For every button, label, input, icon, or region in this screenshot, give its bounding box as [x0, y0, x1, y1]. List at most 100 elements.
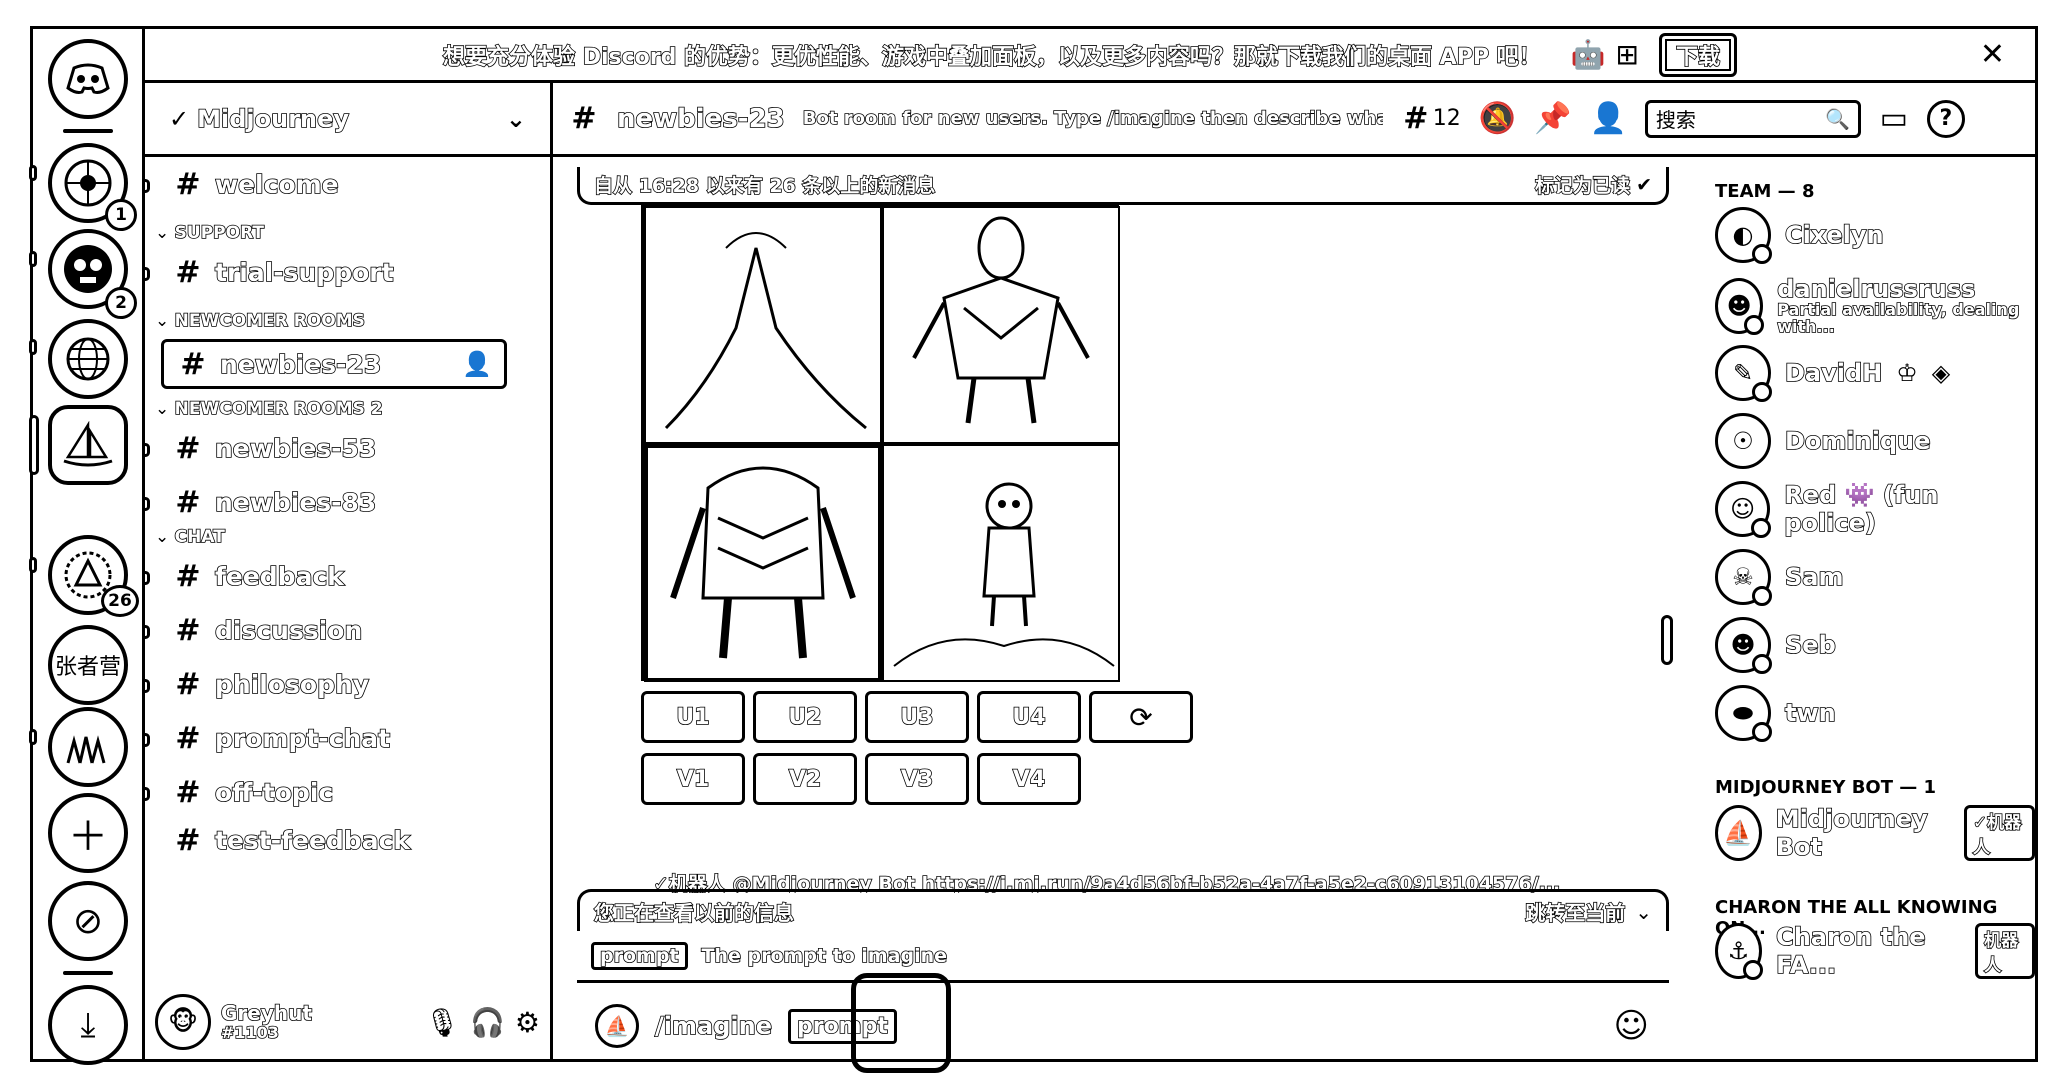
mute-mic-icon[interactable]: 🎙: [424, 1006, 460, 1039]
upscale-u4-button[interactable]: U4: [977, 691, 1081, 743]
server-icon-7[interactable]: [48, 707, 128, 787]
emoji-picker-icon[interactable]: ☺: [1614, 1006, 1649, 1046]
chevron-down-icon: ⌄: [155, 311, 175, 331]
locked-hash-icon: #: [180, 346, 206, 382]
server-header[interactable]: ✓ Midjourney ⌄: [145, 83, 550, 157]
server-icon-3[interactable]: [48, 319, 128, 399]
headphones-icon[interactable]: 🎧: [470, 1006, 505, 1039]
skull-art-icon: [64, 245, 112, 293]
category-chat[interactable]: ⌄ CHAT: [155, 526, 226, 548]
button-label: U3: [900, 704, 935, 731]
download-button[interactable]: 下载: [1658, 32, 1737, 77]
channel-newbies-83[interactable]: # newbies-83: [173, 485, 377, 520]
username: Greyhut: [220, 1001, 313, 1026]
chat-area: 自从 16:28 以来有 26 条以上的新消息 标记为已读 ✔ U1 U2 U3 …: [553, 157, 1675, 1073]
member-item[interactable]: ☻ danielrussruss Partial availability, dea…: [1715, 276, 2035, 336]
generated-image-2[interactable]: [882, 206, 1120, 444]
unread-pill: [29, 165, 37, 181]
status-indicator: [1752, 722, 1772, 742]
channel-prompt-chat[interactable]: # prompt-chat: [173, 721, 391, 756]
member-item[interactable]: ☺ Red 👾 (fun police): [1715, 480, 2035, 538]
discord-home-button[interactable]: [48, 39, 128, 119]
channel-newbies-53[interactable]: # newbies-53: [173, 431, 377, 466]
category-support[interactable]: ⌄ SUPPORT: [155, 222, 265, 244]
reroll-button[interactable]: ⟳: [1089, 691, 1193, 743]
channel-test-feedback[interactable]: # test-feedback: [173, 823, 410, 858]
status-indicator: [1743, 960, 1764, 980]
status-indicator: [1751, 518, 1772, 538]
channel-label: discussion: [214, 615, 363, 646]
new-messages-bar[interactable]: 自从 16:28 以来有 26 条以上的新消息 标记为已读 ✔: [577, 167, 1669, 205]
close-banner-icon[interactable]: ✕: [1980, 37, 2005, 72]
chevron-down-icon: ⌄: [505, 104, 526, 133]
member-list-icon[interactable]: 👤: [1590, 101, 1627, 136]
channel-philosophy[interactable]: # philosophy: [173, 667, 369, 702]
channel-welcome[interactable]: # welcome: [173, 167, 339, 202]
text-cursor-highlight: [851, 973, 951, 1073]
upscale-u2-button[interactable]: U2: [753, 691, 857, 743]
inbox-icon[interactable]: ▭: [1879, 101, 1909, 136]
plus-icon: ＋: [68, 814, 108, 860]
download-apps-button[interactable]: ⤓: [48, 985, 128, 1065]
mute-notifications-icon[interactable]: 🔕: [1479, 101, 1516, 136]
generated-image-1[interactable]: [644, 206, 882, 444]
upscale-u1-button[interactable]: U1: [641, 691, 745, 743]
channel-topic[interactable]: Bot room for new users. Type /imagine th…: [803, 108, 1383, 129]
variation-v4-button[interactable]: V4: [977, 753, 1081, 805]
explore-servers-button[interactable]: ⊘: [48, 881, 128, 961]
message-input[interactable]: ⛵ /imagine prompt ☺: [577, 973, 1669, 1073]
generated-image-4[interactable]: [882, 444, 1120, 682]
category-label: CHAT: [174, 526, 226, 548]
member-name: Midjourney Bot: [1775, 804, 1929, 862]
channel-label: trial-support: [214, 257, 394, 288]
platform-icons: 🤖 ⊞: [1561, 38, 1639, 71]
server-rail: 1 2 26 张者营 ＋ ⊘ ⤓: [29, 29, 145, 1065]
member-item[interactable]: ☻ Seb: [1715, 617, 1837, 674]
android-icon: 🤖: [1570, 38, 1606, 71]
member-item-bot[interactable]: ⛵ Midjourney Bot ✓机器人: [1715, 804, 2035, 862]
channel-label: philosophy: [214, 669, 370, 700]
variation-v1-button[interactable]: V1: [641, 753, 745, 805]
member-item[interactable]: ☉ Dominique: [1715, 413, 1931, 469]
create-invite-icon[interactable]: 👤: [462, 350, 492, 378]
mark-read-icon: ✔: [1636, 173, 1652, 196]
channel-label: off-topic: [214, 777, 334, 808]
pin-icon[interactable]: 📌: [1534, 101, 1571, 136]
help-icon[interactable]: ?: [1926, 99, 1965, 138]
search-placeholder: 搜索: [1655, 108, 1696, 132]
member-item[interactable]: ◐ Cixelyn: [1715, 207, 1884, 264]
rail-separator: [63, 129, 113, 133]
search-input[interactable]: 搜索 🔍: [1644, 99, 1861, 138]
server-icon-6[interactable]: 张者营: [48, 625, 128, 705]
member-item-bot[interactable]: ⚓ Charon the FA... 机器人: [1715, 922, 2035, 980]
member-item[interactable]: ⬬ twn: [1715, 685, 1837, 742]
download-banner: 想要充分体验 Discord 的优势：更优性能、游戏中叠加面板，以及更多内容吗？…: [145, 29, 2035, 83]
member-item[interactable]: ✎ DavidH ♔ ◈: [1715, 345, 1950, 402]
channel-newbies-23[interactable]: # newbies-23 👤: [161, 339, 507, 389]
channel-off-topic[interactable]: # off-topic: [173, 775, 334, 810]
upscale-u3-button[interactable]: U3: [865, 691, 969, 743]
user-panel: 🐵 Greyhut #1103 🎙 🎧 ⚙: [145, 985, 550, 1059]
user-avatar[interactable]: 🐵: [155, 994, 211, 1050]
jump-to-present-button[interactable]: 跳转至当前 ⌄: [1524, 897, 1652, 926]
image-grid[interactable]: [641, 203, 1120, 682]
add-server-button[interactable]: ＋: [48, 793, 128, 873]
unread-dot: [145, 267, 150, 281]
variation-v3-button[interactable]: V3: [865, 753, 969, 805]
member-name: Charon the FA...: [1775, 922, 1926, 980]
channel-feedback[interactable]: # feedback: [173, 559, 344, 594]
status-indicator: [1752, 382, 1772, 402]
category-newcomer-rooms[interactable]: ⌄ NEWCOMER ROOMS: [155, 310, 366, 332]
threads-button[interactable]: #12: [1401, 101, 1461, 136]
chat-scrollbar[interactable]: [1661, 615, 1673, 665]
server-icon-midjourney[interactable]: [48, 405, 128, 485]
generated-image-3[interactable]: [644, 444, 882, 682]
user-info[interactable]: Greyhut #1103: [220, 1001, 414, 1042]
member-item[interactable]: ☠ Sam: [1715, 549, 1844, 606]
category-newcomer-rooms-2[interactable]: ⌄ NEWCOMER ROOMS 2: [155, 398, 383, 420]
channel-trial-support[interactable]: # trial-support: [173, 255, 394, 290]
status-indicator: [1752, 586, 1772, 606]
channel-discussion[interactable]: # discussion: [173, 613, 363, 648]
settings-gear-icon[interactable]: ⚙: [515, 1006, 540, 1039]
variation-v2-button[interactable]: V2: [753, 753, 857, 805]
